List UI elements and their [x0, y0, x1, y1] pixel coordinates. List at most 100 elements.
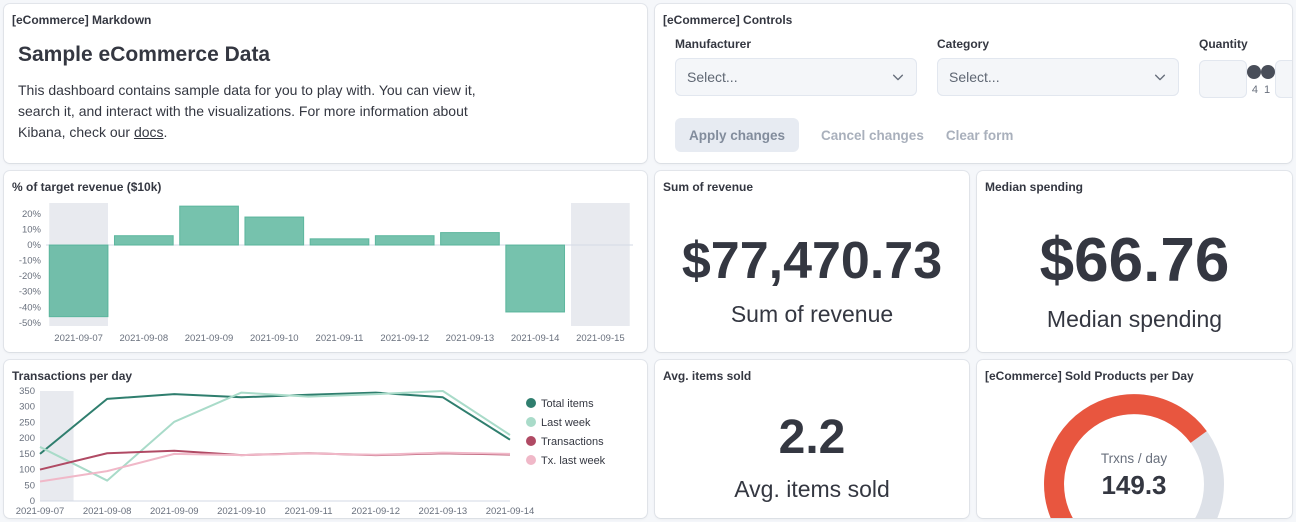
manufacturer-control: Manufacturer Select...: [675, 37, 917, 100]
svg-text:2021-09-07: 2021-09-07: [54, 333, 103, 344]
svg-text:-10%: -10%: [19, 256, 42, 267]
svg-text:2021-09-14: 2021-09-14: [511, 333, 560, 344]
svg-text:100: 100: [19, 465, 35, 476]
svg-text:2021-09-10: 2021-09-10: [250, 333, 299, 344]
series-line: [40, 391, 510, 481]
sum-of-revenue-metric: $77,470.73 Sum of revenue: [655, 196, 969, 352]
revenue-bars: [49, 207, 564, 318]
chart-legend: Total itemsLast weekTransactionsTx. last…: [526, 398, 606, 467]
panel-title-controls: [eCommerce] Controls: [655, 4, 1292, 29]
panel-title-markdown: [eCommerce] Markdown: [4, 4, 647, 29]
markdown-text-before: This dashboard contains sample data for …: [18, 82, 476, 140]
panel-markdown: [eCommerce] Markdown Sample eCommerce Da…: [4, 4, 647, 163]
svg-text:300: 300: [19, 402, 35, 413]
manufacturer-label: Manufacturer: [675, 37, 917, 51]
markdown-text-after: .: [164, 124, 168, 140]
svg-text:2021-09-15: 2021-09-15: [576, 333, 625, 344]
legend-swatch: [526, 417, 536, 427]
svg-text:2021-09-14: 2021-09-14: [486, 506, 535, 517]
bar: [375, 236, 434, 245]
range-handle-max[interactable]: [1247, 65, 1261, 79]
svg-text:149.3: 149.3: [1101, 470, 1166, 500]
svg-text:2021-09-13: 2021-09-13: [419, 506, 468, 517]
markdown-body: Sample eCommerce Data This dashboard con…: [4, 29, 647, 143]
sum-of-revenue-value: $77,470.73: [682, 235, 942, 287]
bar: [441, 233, 500, 245]
target-revenue-chart-area: 20%10%0%-10%-20%-30%-40%-50%2021-09-0720…: [4, 196, 647, 352]
svg-text:-40%: -40%: [19, 303, 42, 314]
panel-title-target-revenue: % of target revenue ($10k): [4, 171, 647, 196]
legend-swatch: [526, 436, 536, 446]
svg-text:-50%: -50%: [19, 318, 42, 329]
svg-text:2021-09-09: 2021-09-09: [150, 506, 199, 517]
panel-title-sold-products: [eCommerce] Sold Products per Day: [977, 360, 1292, 385]
bar: [114, 236, 173, 245]
bar: [180, 207, 239, 246]
svg-text:20%: 20%: [22, 209, 42, 220]
bar: [506, 245, 565, 312]
dashboard: [eCommerce] Markdown Sample eCommerce Da…: [0, 0, 1296, 522]
panel-transactions: Transactions per day 3503002502001501005…: [4, 360, 647, 518]
svg-text:2021-09-09: 2021-09-09: [185, 333, 234, 344]
category-select[interactable]: Select...: [937, 58, 1179, 96]
avg-items-label: Avg. items sold: [734, 476, 890, 503]
transactions-chart[interactable]: 3503002502001501005002021-09-072021-09-0…: [10, 387, 641, 518]
legend-swatch: [526, 455, 536, 465]
markdown-paragraph: This dashboard contains sample data for …: [18, 80, 484, 143]
bar: [245, 217, 304, 245]
svg-text:150: 150: [19, 449, 35, 460]
range-min-label: 1: [1264, 84, 1270, 96]
legend-swatch: [526, 398, 536, 408]
svg-text:200: 200: [19, 434, 35, 445]
svg-text:2021-09-11: 2021-09-11: [285, 506, 333, 517]
svg-text:Last week: Last week: [541, 417, 591, 429]
panel-title-transactions: Transactions per day: [4, 360, 647, 385]
range-handle-min[interactable]: [1261, 65, 1275, 79]
svg-text:Trxns / day: Trxns / day: [1101, 451, 1168, 466]
manufacturer-select[interactable]: Select...: [675, 58, 917, 96]
quantity-label: Quantity: [1199, 37, 1292, 51]
panel-median-spending: Median spending $66.76 Median spending: [977, 171, 1292, 352]
series-line: [40, 393, 510, 454]
panel-avg-items: Avg. items sold 2.2 Avg. items sold: [655, 360, 969, 518]
svg-text:2021-09-11: 2021-09-11: [316, 333, 364, 344]
panel-sum-of-revenue: Sum of revenue $77,470.73 Sum of revenue: [655, 171, 969, 352]
svg-text:2021-09-10: 2021-09-10: [217, 506, 266, 517]
category-control: Category Select...: [937, 37, 1179, 100]
svg-text:2021-09-08: 2021-09-08: [83, 506, 132, 517]
median-spending-label: Median spending: [1047, 306, 1222, 333]
quantity-min-input[interactable]: [1199, 60, 1247, 98]
target-revenue-chart[interactable]: 20%10%0%-10%-20%-30%-40%-50%2021-09-0720…: [10, 198, 641, 350]
svg-text:10%: 10%: [22, 225, 42, 236]
median-spending-metric: $66.76 Median spending: [977, 196, 1292, 352]
quantity-control: Quantity 1 4: [1199, 37, 1292, 100]
controls-form: Manufacturer Select... Category Select..…: [655, 29, 1292, 100]
controls-buttons: Apply changes Cancel changes Clear form: [655, 100, 1292, 163]
panel-title-avg-items: Avg. items sold: [655, 360, 969, 385]
gauge-chart-area: Trxns / day 149.3: [977, 385, 1292, 518]
quantity-row: 1 4: [1199, 58, 1292, 100]
svg-text:250: 250: [19, 418, 35, 429]
svg-text:Total items: Total items: [541, 398, 594, 410]
svg-text:2021-09-08: 2021-09-08: [120, 333, 169, 344]
panel-title-sum-of-revenue: Sum of revenue: [655, 171, 969, 196]
chevron-down-icon: [891, 70, 905, 84]
gauge-chart[interactable]: Trxns / day 149.3: [983, 387, 1286, 518]
apply-changes-button[interactable]: Apply changes: [675, 118, 799, 152]
cancel-changes-button[interactable]: Cancel changes: [821, 128, 924, 143]
svg-text:-20%: -20%: [19, 272, 42, 283]
bar: [49, 245, 108, 317]
quantity-max-input[interactable]: [1275, 60, 1292, 98]
markdown-heading: Sample eCommerce Data: [18, 43, 633, 67]
docs-link[interactable]: docs: [134, 124, 164, 140]
sum-of-revenue-label: Sum of revenue: [731, 301, 893, 328]
panel-target-revenue: % of target revenue ($10k) 20%10%0%-10%-…: [4, 171, 647, 352]
svg-text:2021-09-13: 2021-09-13: [446, 333, 495, 344]
panel-sold-products-gauge: [eCommerce] Sold Products per Day Trxns …: [977, 360, 1292, 518]
panel-controls: [eCommerce] Controls Manufacturer Select…: [655, 4, 1292, 163]
category-placeholder: Select...: [949, 69, 1000, 85]
category-label: Category: [937, 37, 1179, 51]
manufacturer-placeholder: Select...: [687, 69, 738, 85]
clear-form-button[interactable]: Clear form: [946, 128, 1014, 143]
panel-title-median-spending: Median spending: [977, 171, 1292, 196]
